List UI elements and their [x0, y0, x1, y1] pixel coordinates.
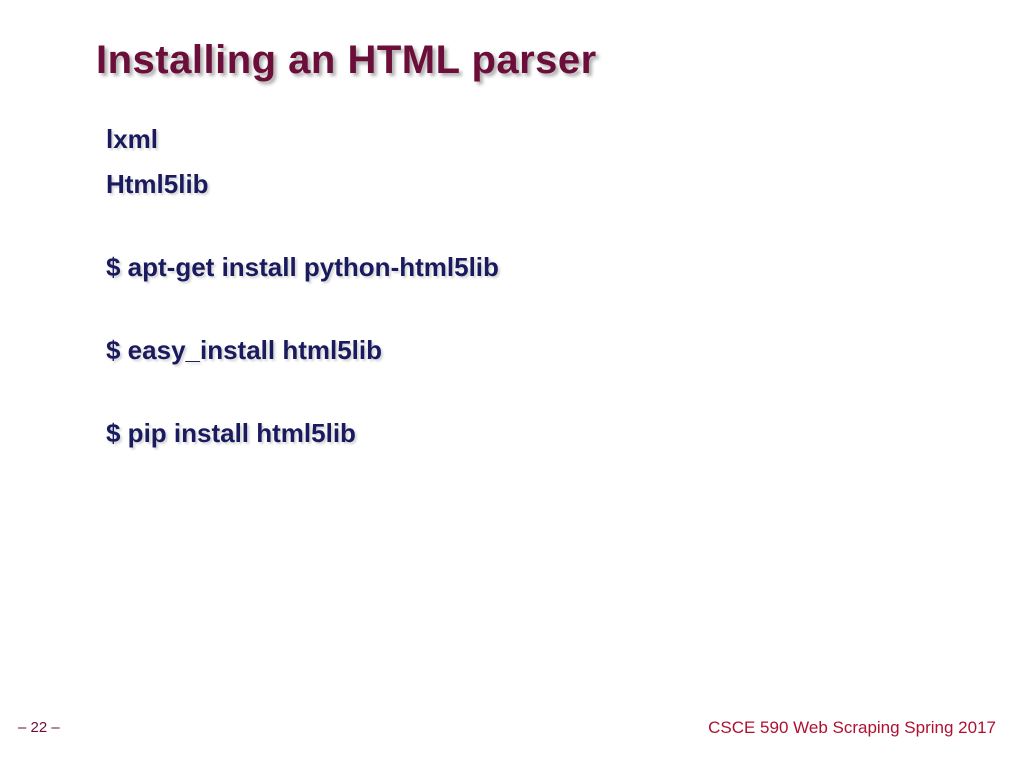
- content-line-html5lib: Html5lib: [106, 165, 964, 204]
- slide-content: lxml Html5lib $ apt-get install python-h…: [106, 120, 964, 459]
- slide-title: Installing an HTML parser: [96, 38, 597, 83]
- page-number: – 22 –: [18, 719, 60, 736]
- content-line-pip: $ pip install html5lib: [106, 414, 964, 453]
- content-line-lxml: lxml: [106, 120, 964, 159]
- content-line-easy-install: $ easy_install html5lib: [106, 331, 964, 370]
- content-line-apt-get: $ apt-get install python-html5lib: [106, 248, 964, 287]
- footer-course-info: CSCE 590 Web Scraping Spring 2017: [708, 718, 996, 738]
